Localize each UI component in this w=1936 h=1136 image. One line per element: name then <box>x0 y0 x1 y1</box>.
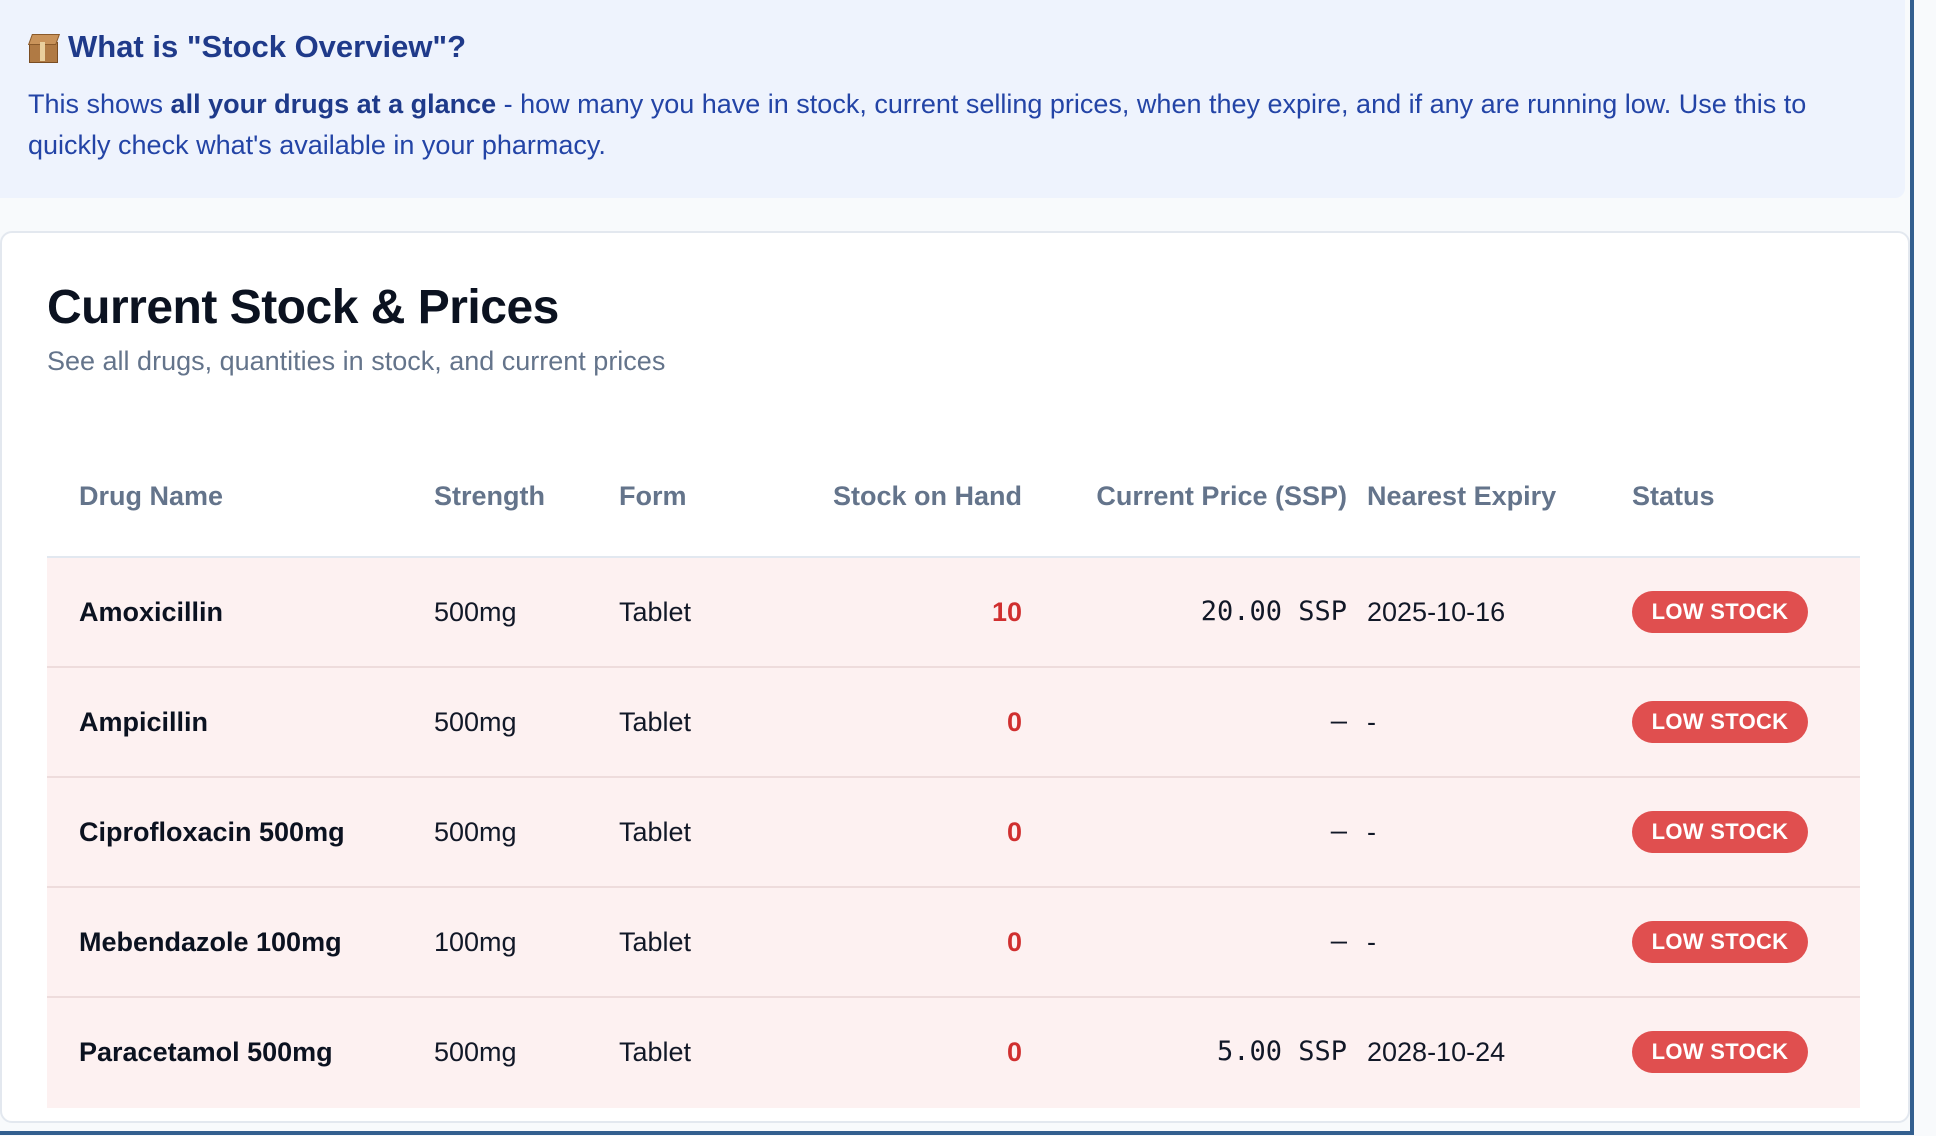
stock-overview-page: What is "Stock Overview"? This shows all… <box>0 0 1936 1136</box>
window-frame-edge <box>0 0 1914 1135</box>
